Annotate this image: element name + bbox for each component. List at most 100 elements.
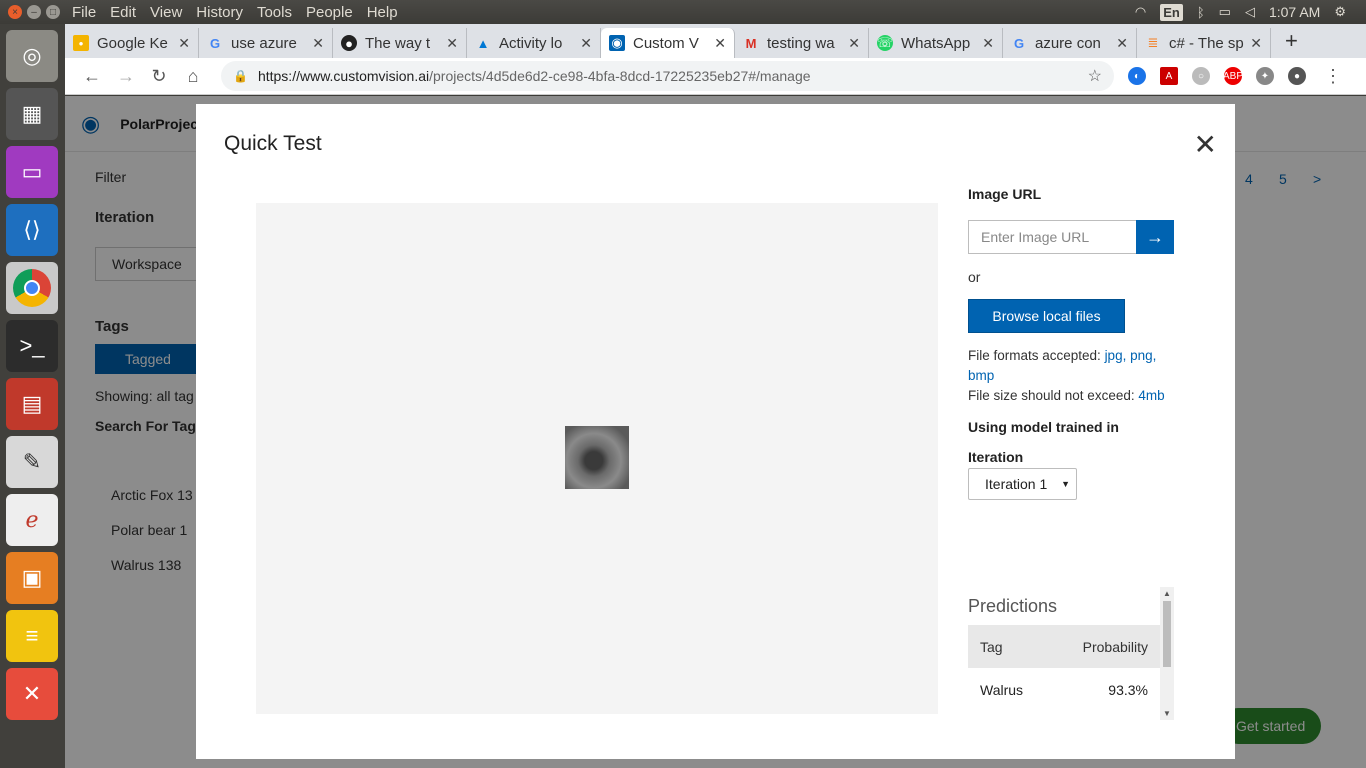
text-editor-icon[interactable]: ✎ — [6, 436, 58, 488]
predictions-scrollbar[interactable]: ▲ ▼ — [1160, 587, 1174, 720]
menu-people[interactable]: People — [306, 4, 353, 21]
menu-view[interactable]: View — [150, 4, 182, 21]
volume-icon[interactable]: ◁ — [1245, 4, 1255, 20]
launcher: ◎ ▦ ▭ ⟨⟩ >_ ▤ ✎ ℯ ▣ ≡ ✕ — [0, 24, 65, 768]
window-minimize-icon[interactable]: – — [27, 5, 41, 19]
wifi-icon[interactable]: ◠ — [1135, 4, 1146, 20]
tab[interactable]: ☏ WhatsApp ✕ — [869, 28, 1003, 58]
extension-circle-icon[interactable]: ○ — [1192, 67, 1210, 85]
pdf-reader-icon[interactable]: ℯ — [6, 494, 58, 546]
close-tab-icon[interactable]: ✕ — [982, 35, 994, 52]
ubuntu-dash-icon[interactable]: ◎ — [6, 30, 58, 82]
battery-icon[interactable]: ▭ — [1219, 4, 1231, 20]
iteration-label: Iteration — [968, 449, 1024, 465]
profile-avatar-icon[interactable]: ● — [1288, 67, 1306, 85]
close-tab-icon[interactable]: ✕ — [714, 35, 726, 52]
close-icon[interactable]: ✕ — [1194, 128, 1217, 161]
close-tab-icon[interactable]: ✕ — [580, 35, 592, 52]
forward-icon[interactable]: → — [117, 66, 135, 87]
file-size-link[interactable]: 4mb — [1138, 388, 1164, 403]
scroll-up-icon[interactable]: ▲ — [1163, 589, 1171, 598]
window-maximize-icon[interactable]: □ — [46, 5, 60, 19]
file-manager-icon[interactable]: ▤ — [6, 378, 58, 430]
image-url-label: Image URL — [968, 186, 1042, 202]
vscode-icon[interactable]: ⟨⟩ — [6, 204, 58, 256]
table-row: Walrus 93.3% — [968, 668, 1160, 712]
lock-icon: 🔒 — [233, 69, 248, 83]
browser-tab-strip: • Google Ke ✕ Guse azure ✕ ● The way t ✕ ▲ Act… — [65, 24, 1366, 58]
file-size-prefix: File size should not exceed: — [968, 388, 1139, 403]
close-tab-icon[interactable]: ✕ — [312, 35, 324, 52]
puzzle-extension-icon[interactable]: ✦ — [1256, 67, 1274, 85]
tab[interactable]: ▲ Activity lo ✕ — [467, 28, 601, 58]
adblock-icon[interactable]: ABP — [1223, 67, 1243, 85]
app-icon[interactable]: ✕ — [6, 668, 58, 720]
window-close-icon[interactable]: × — [8, 5, 22, 19]
url-host: https://www.customvision.ai — [257, 68, 430, 84]
scroll-down-icon[interactable]: ▼ — [1163, 709, 1171, 718]
url-path: /projects/4d5de6d2-ce98-4bfa-8dcd-172252… — [429, 68, 811, 84]
format-png-link[interactable]: png, — [1130, 348, 1156, 363]
extension-icon[interactable]: ◐ — [1128, 67, 1146, 85]
whatsapp-icon: ☏ — [876, 35, 894, 51]
google-icon: G — [209, 35, 221, 51]
iteration-select[interactable]: Iteration 1 ▼ — [968, 468, 1077, 500]
tab[interactable]: ≣ c# - The sp ✕ — [1137, 28, 1271, 58]
chevron-down-icon: ▼ — [1061, 479, 1070, 489]
menu-history[interactable]: History — [196, 4, 243, 21]
tab-active[interactable]: ◉ Custom V ✕ — [601, 28, 735, 58]
quick-test-dialog: Quick Test ✕ Image URL → or Browse local… — [196, 104, 1235, 759]
pdf-extension-icon[interactable]: A — [1160, 67, 1178, 85]
tab[interactable]: Gazure con ✕ — [1003, 28, 1137, 58]
stacked-apps-icon[interactable]: ≡ — [6, 610, 58, 662]
terminal-icon[interactable]: >_ — [6, 320, 58, 372]
tab[interactable]: ● The way t ✕ — [333, 28, 467, 58]
workspace-switcher-icon[interactable]: ▦ — [6, 88, 58, 140]
format-bmp-link[interactable]: bmp — [968, 368, 994, 383]
browse-local-files-button[interactable]: Browse local files — [968, 299, 1125, 333]
new-tab-icon[interactable]: + — [1285, 28, 1298, 54]
tab-title: c# - The sp — [1169, 34, 1244, 52]
home-icon[interactable]: ⌂ — [185, 66, 201, 87]
stackoverflow-icon: ≣ — [1147, 35, 1159, 50]
close-tab-icon[interactable]: ✕ — [446, 35, 458, 52]
azure-icon: ▲ — [476, 35, 490, 51]
prediction-probability: 93.3% — [1108, 682, 1148, 698]
github-icon: ● — [341, 35, 357, 51]
chrome-icon[interactable] — [6, 262, 58, 314]
close-tab-icon[interactable]: ✕ — [178, 35, 190, 52]
tab-title: Activity lo — [499, 34, 563, 52]
app-window-icon[interactable]: ▭ — [6, 146, 58, 198]
menu-help[interactable]: Help — [367, 4, 398, 21]
submit-url-button[interactable]: → — [1136, 220, 1174, 254]
presentation-icon[interactable]: ▣ — [6, 552, 58, 604]
menu-edit[interactable]: Edit — [110, 4, 136, 21]
close-tab-icon[interactable]: ✕ — [848, 35, 860, 52]
menu-file[interactable]: File — [72, 4, 96, 21]
settings-gear-icon[interactable]: ⚙ — [1334, 4, 1346, 20]
image-preview-area — [256, 203, 938, 714]
close-tab-icon[interactable]: ✕ — [1250, 35, 1262, 52]
reload-icon[interactable]: ↻ — [151, 66, 167, 87]
browser-menu-icon[interactable]: ⋮ — [1324, 66, 1342, 87]
predictions-title: Predictions — [968, 596, 1058, 616]
browser-toolbar: ← → ↻ ⌂ 🔒 https://www.customvision.ai /p… — [65, 58, 1366, 95]
dialog-title: Quick Test — [224, 132, 322, 155]
close-tab-icon[interactable]: ✕ — [1116, 35, 1128, 52]
keep-icon: • — [73, 35, 89, 51]
tab[interactable]: • Google Ke ✕ — [65, 28, 199, 58]
tab-title: azure con — [1035, 34, 1101, 52]
scrollbar-thumb[interactable] — [1163, 601, 1171, 667]
model-label: Using model trained in — [968, 419, 1119, 435]
image-url-input[interactable] — [968, 220, 1136, 254]
address-bar[interactable]: 🔒 https://www.customvision.ai /projects/… — [221, 61, 1114, 91]
bluetooth-icon[interactable]: ᛒ — [1197, 5, 1205, 20]
back-icon[interactable]: ← — [83, 66, 101, 87]
bookmark-star-icon[interactable]: ☆ — [1088, 66, 1102, 86]
tab[interactable]: Mtesting wa ✕ — [735, 28, 869, 58]
menu-tools[interactable]: Tools — [257, 4, 292, 21]
clock[interactable]: 1:07 AM — [1269, 4, 1320, 20]
format-jpg-link[interactable]: jpg, — [1105, 348, 1127, 363]
keyboard-layout[interactable]: En — [1160, 3, 1183, 21]
tab[interactable]: Guse azure ✕ — [199, 28, 333, 58]
